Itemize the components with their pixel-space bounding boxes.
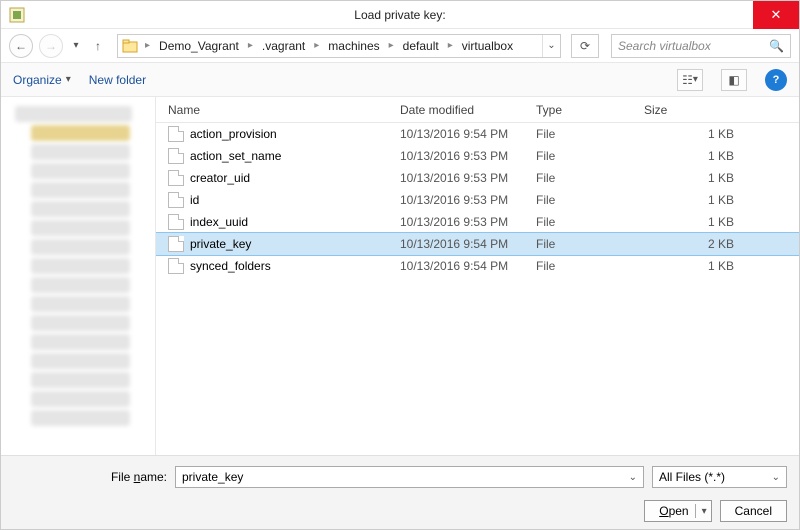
file-size: 2 KB [644, 237, 744, 251]
file-icon [168, 258, 184, 274]
file-type: File [536, 215, 644, 229]
file-type: File [536, 127, 644, 141]
file-size: 1 KB [644, 193, 744, 207]
file-row[interactable]: private_key10/13/2016 9:54 PMFile2 KB [156, 233, 799, 255]
new-folder-button[interactable]: New folder [89, 73, 146, 87]
file-row[interactable]: index_uuid10/13/2016 9:53 PMFile1 KB [156, 211, 799, 233]
file-type-filter[interactable]: All Files (*.*) ⌄ [652, 466, 787, 488]
file-icon [168, 236, 184, 252]
column-headers[interactable]: Name Date modified Type Size [156, 97, 799, 123]
file-list-pane: Name Date modified Type Size action_prov… [156, 97, 799, 455]
file-size: 1 KB [644, 215, 744, 229]
file-name: index_uuid [190, 215, 400, 229]
forward-button[interactable]: → [39, 34, 63, 58]
breadcrumb-part[interactable]: .vagrant [260, 39, 307, 53]
search-placeholder: Search virtualbox [618, 39, 769, 53]
file-icon [168, 126, 184, 142]
file-name: synced_folders [190, 259, 400, 273]
content-area: Name Date modified Type Size action_prov… [1, 97, 799, 455]
footer: File name: private_key ⌄ All Files (*.*)… [1, 455, 799, 529]
breadcrumb-dropdown[interactable]: ⌄ [542, 35, 560, 57]
column-type[interactable]: Type [536, 103, 644, 117]
file-size: 1 KB [644, 149, 744, 163]
file-size: 1 KB [644, 171, 744, 185]
file-rows: action_provision10/13/2016 9:54 PMFile1 … [156, 123, 799, 455]
column-name[interactable]: Name [168, 103, 400, 117]
breadcrumb-part[interactable]: machines [326, 39, 381, 53]
file-size: 1 KB [644, 259, 744, 273]
help-button[interactable]: ? [765, 69, 787, 91]
file-name: action_set_name [190, 149, 400, 163]
file-row[interactable]: id10/13/2016 9:53 PMFile1 KB [156, 189, 799, 211]
breadcrumb[interactable]: ▸ Demo_Vagrant ▸ .vagrant ▸ machines ▸ d… [117, 34, 561, 58]
file-name: action_provision [190, 127, 400, 141]
file-date: 10/13/2016 9:53 PM [400, 171, 536, 185]
file-name: id [190, 193, 400, 207]
file-name: creator_uid [190, 171, 400, 185]
refresh-button[interactable]: ⟳ [571, 34, 599, 58]
file-date: 10/13/2016 9:53 PM [400, 215, 536, 229]
filename-label: File name: [103, 470, 167, 484]
search-icon: 🔍 [769, 39, 784, 53]
title-bar: Load private key: ✕ [1, 1, 799, 29]
file-date: 10/13/2016 9:54 PM [400, 237, 536, 251]
column-date[interactable]: Date modified [400, 103, 536, 117]
file-name: private_key [190, 237, 400, 251]
file-date: 10/13/2016 9:54 PM [400, 127, 536, 141]
preview-pane-button[interactable]: ◧ [721, 69, 747, 91]
open-button[interactable]: Open▾ [644, 500, 711, 522]
up-button[interactable]: ↑ [89, 34, 107, 58]
file-icon [168, 214, 184, 230]
chevron-down-icon[interactable]: ⌄ [629, 472, 637, 483]
file-row[interactable]: action_set_name10/13/2016 9:53 PMFile1 K… [156, 145, 799, 167]
file-row[interactable]: creator_uid10/13/2016 9:53 PMFile1 KB [156, 167, 799, 189]
file-row[interactable]: synced_folders10/13/2016 9:54 PMFile1 KB [156, 255, 799, 277]
history-dropdown[interactable]: ▾ [69, 34, 83, 58]
breadcrumb-part[interactable]: Demo_Vagrant [157, 39, 241, 53]
chevron-down-icon: ▾ [66, 74, 71, 85]
file-date: 10/13/2016 9:53 PM [400, 149, 536, 163]
view-options-button[interactable]: ☷ ▾ [677, 69, 703, 91]
search-input[interactable]: Search virtualbox 🔍 [611, 34, 791, 58]
toolbar: Organize ▾ New folder ☷ ▾ ◧ ? [1, 63, 799, 97]
file-type: File [536, 237, 644, 251]
organize-menu[interactable]: Organize ▾ [13, 73, 71, 87]
window-title: Load private key: [354, 8, 445, 22]
breadcrumb-part[interactable]: virtualbox [460, 39, 515, 53]
chevron-down-icon: ⌄ [772, 472, 780, 483]
file-date: 10/13/2016 9:54 PM [400, 259, 536, 273]
cancel-button[interactable]: Cancel [720, 500, 787, 522]
file-type: File [536, 149, 644, 163]
breadcrumb-part[interactable]: default [401, 39, 441, 53]
filename-input[interactable]: private_key ⌄ [175, 466, 644, 488]
file-row[interactable]: action_provision10/13/2016 9:54 PMFile1 … [156, 123, 799, 145]
nav-bar: ← → ▾ ↑ ▸ Demo_Vagrant ▸ .vagrant ▸ mach… [1, 29, 799, 63]
folder-icon [122, 38, 138, 54]
file-icon [168, 148, 184, 164]
app-icon [9, 7, 25, 23]
chevron-right-icon: ▸ [386, 40, 397, 51]
close-button[interactable]: ✕ [753, 1, 799, 29]
file-date: 10/13/2016 9:53 PM [400, 193, 536, 207]
back-button[interactable]: ← [9, 34, 33, 58]
chevron-right-icon: ▸ [142, 40, 153, 51]
chevron-right-icon: ▸ [311, 40, 322, 51]
file-type: File [536, 171, 644, 185]
chevron-down-icon[interactable]: ▾ [702, 506, 707, 517]
column-size[interactable]: Size [644, 103, 754, 117]
file-size: 1 KB [644, 127, 744, 141]
chevron-right-icon: ▸ [445, 40, 456, 51]
chevron-right-icon: ▸ [245, 40, 256, 51]
folder-tree[interactable] [1, 97, 156, 455]
file-icon [168, 192, 184, 208]
file-type: File [536, 193, 644, 207]
file-type: File [536, 259, 644, 273]
file-icon [168, 170, 184, 186]
